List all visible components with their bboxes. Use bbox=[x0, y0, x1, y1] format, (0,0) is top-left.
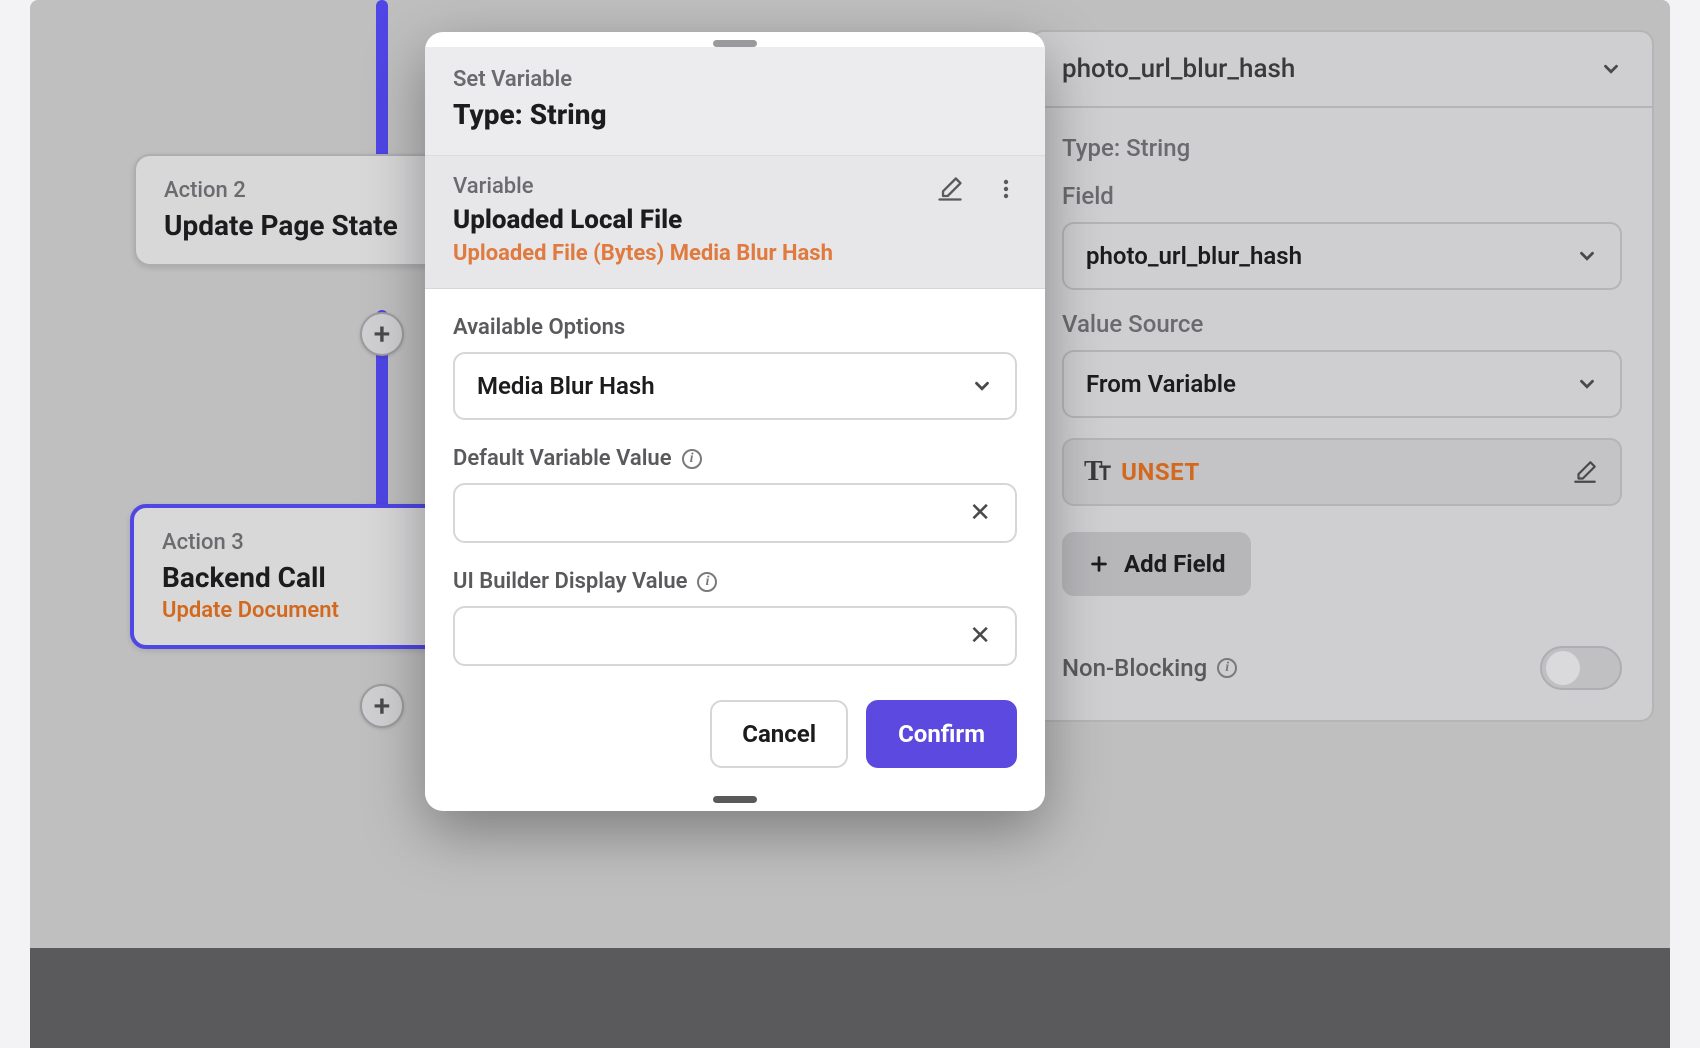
set-variable-modal: Set Variable Type: String Variable Uploa… bbox=[425, 32, 1045, 811]
field-select-value: photo_url_blur_hash bbox=[1086, 242, 1302, 270]
variable-label: Variable bbox=[453, 174, 1017, 199]
chevron-down-icon bbox=[1600, 58, 1622, 80]
more-vertical-icon[interactable] bbox=[991, 174, 1021, 204]
modal-header-small: Set Variable bbox=[453, 67, 1017, 92]
chevron-down-icon bbox=[1576, 245, 1598, 267]
modal-header-big: Type: String bbox=[453, 98, 1017, 131]
cancel-button[interactable]: Cancel bbox=[710, 700, 848, 768]
add-field-label: Add Field bbox=[1124, 550, 1225, 578]
text-type-icon: TT bbox=[1084, 456, 1107, 488]
available-options-select[interactable]: Media Blur Hash bbox=[453, 352, 1017, 420]
non-blocking-toggle[interactable] bbox=[1540, 646, 1622, 690]
display-value-input[interactable] bbox=[473, 624, 963, 649]
field-label: Field bbox=[1062, 182, 1622, 210]
edit-icon[interactable] bbox=[935, 174, 965, 204]
info-icon[interactable]: i bbox=[1217, 658, 1237, 678]
properties-panel: photo_url_blur_hash Type: String Field p… bbox=[1030, 30, 1654, 722]
variable-section: Variable Uploaded Local File Uploaded Fi… bbox=[425, 156, 1045, 289]
bottom-bar bbox=[30, 948, 1670, 1048]
chevron-down-icon bbox=[1576, 373, 1598, 395]
default-value-label: Default Variable Value i bbox=[453, 446, 1017, 471]
variable-subtitle: Uploaded File (Bytes) Media Blur Hash bbox=[453, 241, 1017, 266]
info-icon[interactable]: i bbox=[697, 572, 717, 592]
default-value-input[interactable] bbox=[473, 501, 963, 526]
display-value-label: UI Builder Display Value i bbox=[453, 569, 1017, 594]
modal-header: Set Variable Type: String bbox=[425, 47, 1045, 156]
add-node-button[interactable]: + bbox=[360, 684, 404, 728]
drag-handle-icon[interactable] bbox=[713, 796, 757, 803]
add-node-button[interactable]: + bbox=[360, 312, 404, 356]
properties-header[interactable]: photo_url_blur_hash bbox=[1032, 32, 1652, 108]
non-blocking-label: Non-Blocking i bbox=[1062, 654, 1237, 682]
field-select[interactable]: photo_url_blur_hash bbox=[1062, 222, 1622, 290]
confirm-button[interactable]: Confirm bbox=[866, 700, 1017, 768]
value-source-value: From Variable bbox=[1086, 370, 1236, 398]
value-source-select[interactable]: From Variable bbox=[1062, 350, 1622, 418]
unset-text: UNSET bbox=[1121, 458, 1200, 486]
chevron-down-icon bbox=[971, 375, 993, 397]
clear-icon[interactable]: ✕ bbox=[963, 621, 997, 651]
type-label: Type: String bbox=[1062, 134, 1622, 162]
available-options-value: Media Blur Hash bbox=[477, 372, 655, 400]
default-value-field[interactable]: ✕ bbox=[453, 483, 1017, 543]
clear-icon[interactable]: ✕ bbox=[963, 498, 997, 528]
properties-header-title: photo_url_blur_hash bbox=[1062, 54, 1295, 84]
value-source-label: Value Source bbox=[1062, 310, 1622, 338]
display-value-field[interactable]: ✕ bbox=[453, 606, 1017, 666]
add-field-button[interactable]: Add Field bbox=[1062, 532, 1251, 596]
variable-title: Uploaded Local File bbox=[453, 205, 1017, 235]
edit-icon[interactable] bbox=[1570, 457, 1600, 487]
drag-handle-icon[interactable] bbox=[713, 40, 757, 47]
unset-value-row[interactable]: TT UNSET bbox=[1062, 438, 1622, 506]
info-icon[interactable]: i bbox=[682, 449, 702, 469]
available-options-label: Available Options bbox=[453, 315, 1017, 340]
